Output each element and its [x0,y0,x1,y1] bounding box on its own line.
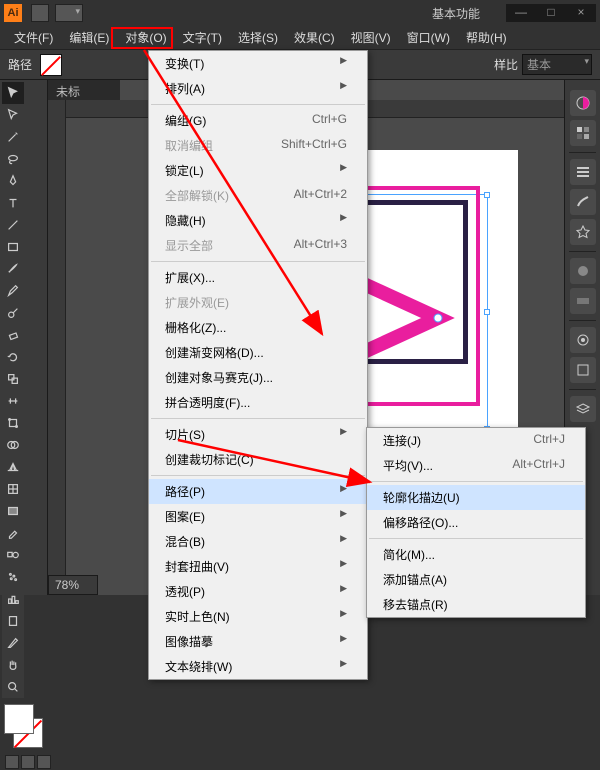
tool-blob-brush[interactable] [2,302,24,324]
panel-appearance-icon[interactable] [570,327,596,353]
panel-stroke-icon[interactable] [570,159,596,185]
menu-item[interactable]: 图像描摹 [149,629,367,654]
panel-color-icon[interactable] [570,90,596,116]
tool-magic-wand[interactable] [2,126,24,148]
tool-rectangle[interactable] [2,236,24,258]
tool-pen[interactable] [2,170,24,192]
options-pct: 样比 [494,56,518,73]
menu-item[interactable]: 变换(T) [149,51,367,76]
titlebar-layout-dropdown[interactable] [55,4,83,22]
tool-zoom[interactable] [2,676,24,698]
titlebar-icon[interactable] [31,4,49,22]
tool-mesh[interactable] [2,478,24,500]
ruler-vertical [48,100,66,595]
tool-hand[interactable] [2,654,24,676]
menu-item[interactable]: 栅格化(Z)... [149,315,367,340]
options-label: 路径 [8,56,32,73]
menu-help[interactable]: 帮助(H) [458,26,515,49]
path-submenu-dropdown[interactable]: 连接(J)Ctrl+J平均(V)...Alt+Ctrl+J 轮廓化描边(U)偏移路… [366,427,586,618]
menu-effect[interactable]: 效果(C) [286,26,343,49]
menu-item[interactable]: 创建裁切标记(C) [149,447,367,472]
tools-panel [0,80,48,595]
menu-item[interactable]: 封套扭曲(V) [149,554,367,579]
panel-symbols-icon[interactable] [570,219,596,245]
window-minimize[interactable]: — [506,4,536,22]
menu-item[interactable]: 隐藏(H) [149,208,367,233]
menu-item[interactable]: 混合(B) [149,529,367,554]
menu-item: 取消编组Shift+Ctrl+G [149,133,367,158]
menu-item[interactable]: 拼合透明度(F)... [149,390,367,415]
tool-width[interactable] [2,390,24,412]
menu-view[interactable]: 视图(V) [343,26,399,49]
tool-eraser[interactable] [2,324,24,346]
tool-line[interactable] [2,214,24,236]
menu-item[interactable]: 简化(M)... [367,542,585,567]
object-menu-dropdown[interactable]: 变换(T)排列(A) 编组(G)Ctrl+G取消编组Shift+Ctrl+G锁定(… [148,50,368,680]
tool-column-graph[interactable] [2,588,24,610]
menu-item[interactable]: 扩展(X)... [149,265,367,290]
tool-lasso[interactable] [2,148,24,170]
tool-rotate[interactable] [2,346,24,368]
menu-item[interactable]: 创建渐变网格(D)... [149,340,367,365]
menu-item[interactable]: 连接(J)Ctrl+J [367,428,585,453]
menubar: 文件(F) 编辑(E) 对象(O) 文字(T) 选择(S) 效果(C) 视图(V… [0,26,600,50]
window-maximize[interactable]: □ [536,4,566,22]
menu-item[interactable]: 切片(S) [149,422,367,447]
fill-swatch[interactable] [40,54,62,76]
menu-item[interactable]: 图案(E) [149,504,367,529]
panel-swatches-icon[interactable] [570,120,596,146]
fill-box[interactable] [4,704,34,734]
panel-transparency-icon[interactable] [570,258,596,284]
tool-pencil[interactable] [2,280,24,302]
menu-item[interactable]: 透视(P) [149,579,367,604]
menu-item[interactable]: 锁定(L) [149,158,367,183]
menu-item[interactable]: 编组(G)Ctrl+G [149,108,367,133]
menu-item[interactable]: 偏移路径(O)... [367,510,585,535]
menu-item[interactable]: 路径(P) [149,479,367,504]
menu-item[interactable]: 移去锚点(R) [367,592,585,617]
app-logo: Ai [4,4,22,22]
tool-gradient[interactable] [2,500,24,522]
menu-edit[interactable]: 编辑(E) [61,26,117,49]
options-style-dropdown[interactable]: 基本 [522,54,592,75]
menu-item[interactable]: 添加锚点(A) [367,567,585,592]
menu-item[interactable]: 创建对象马赛克(J)... [149,365,367,390]
menu-object[interactable]: 对象(O) [117,26,174,49]
window-close[interactable]: × [566,4,596,22]
tool-eyedropper[interactable] [2,522,24,544]
tool-blend[interactable] [2,544,24,566]
tool-slice[interactable] [2,632,24,654]
tool-scale[interactable] [2,368,24,390]
tool-artboard[interactable] [2,610,24,632]
menu-item: 扩展外观(E) [149,290,367,315]
tool-symbol-sprayer[interactable] [2,566,24,588]
menu-type[interactable]: 文字(T) [175,26,230,49]
panel-graphic-styles-icon[interactable] [570,357,596,383]
menu-file[interactable]: 文件(F) [6,26,61,49]
menu-window[interactable]: 窗口(W) [399,26,458,49]
tool-shape-builder[interactable] [2,434,24,456]
zoom-level[interactable]: 78% [48,575,98,595]
menu-item[interactable]: 文本绕排(W) [149,654,367,679]
menu-item[interactable]: 平均(V)...Alt+Ctrl+J [367,453,585,478]
panel-layers-icon[interactable] [570,396,596,422]
fill-stroke-indicator[interactable] [4,704,43,748]
tool-perspective-grid[interactable] [2,456,24,478]
menu-item[interactable]: 轮廓化描边(U) [367,485,585,510]
workspace-switcher[interactable]: 基本功能 [416,5,496,22]
menu-item: 全部解锁(K)Alt+Ctrl+2 [149,183,367,208]
tool-free-transform[interactable] [2,412,24,434]
menu-item[interactable]: 排列(A) [149,76,367,101]
panel-brushes-icon[interactable] [570,189,596,215]
menu-item: 显示全部Alt+Ctrl+3 [149,233,367,258]
menu-select[interactable]: 选择(S) [230,26,286,49]
tool-direct-selection[interactable] [2,104,24,126]
panel-gradient-icon[interactable] [570,288,596,314]
tool-type[interactable] [2,192,24,214]
menu-item[interactable]: 实时上色(N) [149,604,367,629]
tool-selection[interactable] [2,82,24,104]
tool-paintbrush[interactable] [2,258,24,280]
